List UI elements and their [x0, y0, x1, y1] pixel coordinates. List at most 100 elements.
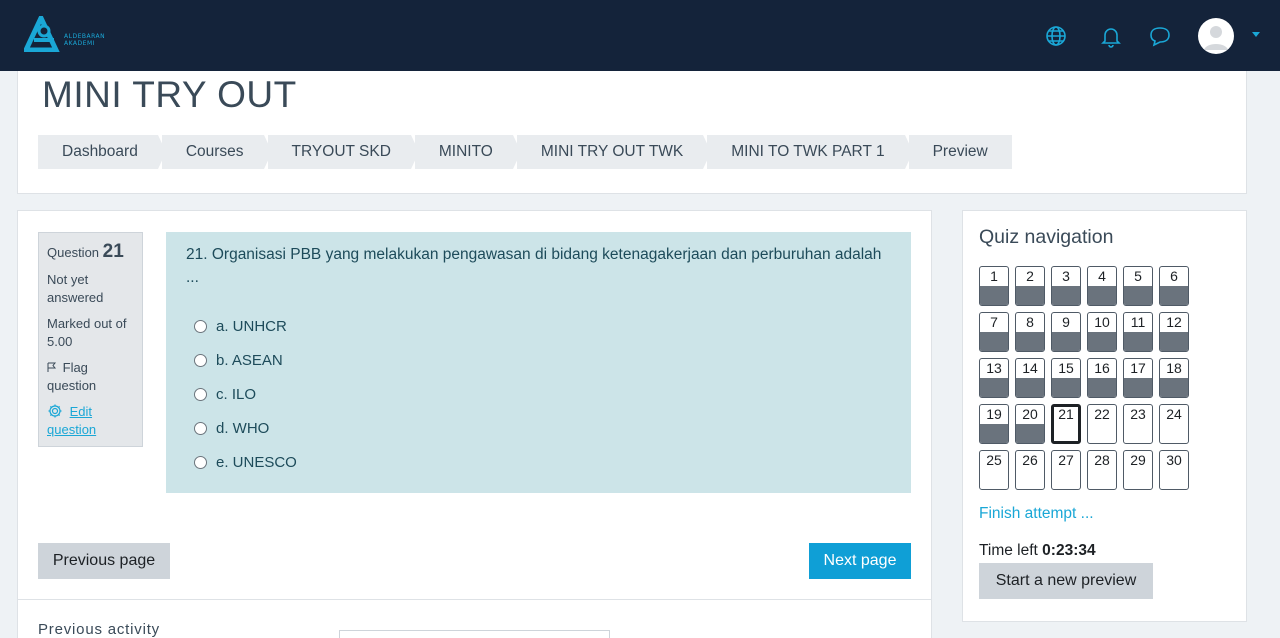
quiz-nav-answered-marker: [1160, 378, 1188, 397]
quiz-navigation-title: Quiz navigation: [979, 226, 1114, 248]
quiz-nav-button-13[interactable]: 13: [979, 358, 1009, 398]
quiz-nav-number: 24: [1166, 406, 1182, 422]
quiz-nav-button-22[interactable]: 22: [1087, 404, 1117, 444]
quiz-nav-button-27[interactable]: 27: [1051, 450, 1081, 490]
quiz-nav-answered-marker: [1052, 378, 1080, 397]
chat-icon[interactable]: [1148, 24, 1172, 48]
quiz-nav-button-14[interactable]: 14: [1015, 358, 1045, 398]
quiz-nav-number: 22: [1094, 406, 1110, 422]
quiz-nav-button-12[interactable]: 12: [1159, 312, 1189, 352]
edit-question-link[interactable]: Edit question: [47, 403, 134, 439]
quiz-nav-button-15[interactable]: 15: [1051, 358, 1081, 398]
quiz-nav-number: 16: [1094, 360, 1110, 376]
quiz-nav-number: 11: [1130, 314, 1146, 330]
quiz-nav-button-21[interactable]: 21: [1051, 404, 1081, 444]
gear-icon: [48, 404, 62, 418]
quiz-nav-answered-marker: [1124, 378, 1152, 397]
quiz-nav-number: 26: [1022, 452, 1038, 468]
quiz-nav-number: 6: [1170, 268, 1178, 284]
breadcrumb-minito[interactable]: MINITO: [414, 135, 521, 169]
quiz-nav-button-11[interactable]: 11: [1123, 312, 1153, 352]
quiz-nav-button-29[interactable]: 29: [1123, 450, 1153, 490]
quiz-nav-button-23[interactable]: 23: [1123, 404, 1153, 444]
quiz-nav-button-20[interactable]: 20: [1015, 404, 1045, 444]
answer-option-d[interactable]: d. WHO: [186, 411, 891, 445]
answer-option-e[interactable]: e. UNESCO: [186, 445, 891, 479]
quiz-nav-answered-marker: [980, 424, 1008, 443]
site-logo[interactable]: ALDEBARAN AKADEMI: [22, 12, 120, 53]
quiz-nav-button-5[interactable]: 5: [1123, 266, 1153, 306]
next-page-button[interactable]: Next page: [809, 543, 911, 579]
quiz-nav-button-2[interactable]: 2: [1015, 266, 1045, 306]
breadcrumb-dashboard[interactable]: Dashboard: [38, 135, 166, 169]
answer-radio-a[interactable]: [194, 319, 207, 333]
quiz-nav-button-19[interactable]: 19: [979, 404, 1009, 444]
quiz-nav-button-26[interactable]: 26: [1015, 450, 1045, 490]
answer-option-b[interactable]: b. ASEAN: [186, 343, 891, 377]
quiz-nav-answered-marker: [1088, 332, 1116, 351]
quiz-nav-number: 30: [1166, 452, 1182, 468]
breadcrumb-mini-try-out-twk[interactable]: MINI TRY OUT TWK: [516, 135, 712, 169]
previous-activity-label[interactable]: Previous activity: [38, 621, 160, 638]
jump-to-select[interactable]: [339, 630, 610, 638]
logo-mark-icon: [22, 12, 60, 53]
answer-options: a. UNHCR b. ASEAN c. ILO d. WHO e. UNESC…: [186, 309, 891, 479]
quiz-nav-button-18[interactable]: 18: [1159, 358, 1189, 398]
answer-radio-c[interactable]: [194, 387, 207, 401]
question-label: Question: [47, 245, 100, 260]
quiz-nav-button-30[interactable]: 30: [1159, 450, 1189, 490]
question-number-value: 21: [102, 241, 124, 262]
quiz-nav-answered-marker: [1088, 286, 1116, 305]
answer-label-a: a. UNHCR: [216, 317, 287, 335]
quiz-nav-answered-marker: [1160, 332, 1188, 351]
quiz-nav-button-8[interactable]: 8: [1015, 312, 1045, 352]
flag-question-button[interactable]: Flag question: [47, 359, 134, 395]
quiz-nav-number: 4: [1098, 268, 1106, 284]
finish-attempt-link[interactable]: Finish attempt ...: [979, 505, 1094, 523]
answer-option-c[interactable]: c. ILO: [186, 377, 891, 411]
question-content: 21. Organisasi PBB yang melakukan pengaw…: [166, 232, 911, 493]
user-avatar-icon: [1204, 26, 1228, 50]
quiz-nav-number: 29: [1130, 452, 1146, 468]
quiz-nav-answered-marker: [1124, 286, 1152, 305]
answer-option-a[interactable]: a. UNHCR: [186, 309, 891, 343]
question-info: Question 21 Not yet answered Marked out …: [38, 232, 143, 447]
user-menu-caret-icon[interactable]: [1252, 32, 1260, 37]
breadcrumb-tryout-skd[interactable]: TRYOUT SKD: [267, 135, 420, 169]
quiz-nav-number: 5: [1134, 268, 1142, 284]
quiz-nav-button-10[interactable]: 10: [1087, 312, 1117, 352]
answer-radio-b[interactable]: [194, 353, 207, 367]
breadcrumb-courses[interactable]: Courses: [161, 135, 272, 169]
quiz-nav-number: 19: [986, 406, 1002, 422]
quiz-nav-answered-marker: [1016, 378, 1044, 397]
quiz-nav-number: 9: [1062, 314, 1070, 330]
quiz-nav-button-7[interactable]: 7: [979, 312, 1009, 352]
quiz-nav-answered-marker: [980, 378, 1008, 397]
quiz-nav-button-3[interactable]: 3: [1051, 266, 1081, 306]
quiz-nav-button-6[interactable]: 6: [1159, 266, 1189, 306]
breadcrumb-mini-to-twk-part-1[interactable]: MINI TO TWK PART 1: [707, 135, 913, 169]
quiz-nav-button-1[interactable]: 1: [979, 266, 1009, 306]
quiz-nav-number: 7: [990, 314, 998, 330]
breadcrumb-preview[interactable]: Preview: [908, 135, 1012, 169]
quiz-nav-button-28[interactable]: 28: [1087, 450, 1117, 490]
quiz-nav-button-4[interactable]: 4: [1087, 266, 1117, 306]
answer-label-b: b. ASEAN: [216, 351, 283, 369]
logo-line-2: AKADEMI: [64, 40, 95, 47]
quiz-nav-button-24[interactable]: 24: [1159, 404, 1189, 444]
quiz-nav-button-25[interactable]: 25: [979, 450, 1009, 490]
quiz-nav-button-16[interactable]: 16: [1087, 358, 1117, 398]
quiz-nav-button-9[interactable]: 9: [1051, 312, 1081, 352]
top-navbar: ALDEBARAN AKADEMI: [0, 0, 1280, 71]
previous-page-button[interactable]: Previous page: [38, 543, 170, 579]
start-new-preview-button[interactable]: Start a new preview: [979, 563, 1153, 599]
bell-icon[interactable]: [1099, 24, 1123, 48]
quiz-nav-number: 20: [1022, 406, 1038, 422]
answer-radio-e[interactable]: [194, 455, 207, 469]
answer-radio-d[interactable]: [194, 421, 207, 435]
quiz-nav-number: 14: [1022, 360, 1038, 376]
time-left-value: 0:23:34: [1042, 542, 1096, 559]
globe-icon[interactable]: [1044, 24, 1068, 48]
avatar[interactable]: [1198, 18, 1234, 54]
quiz-nav-button-17[interactable]: 17: [1123, 358, 1153, 398]
